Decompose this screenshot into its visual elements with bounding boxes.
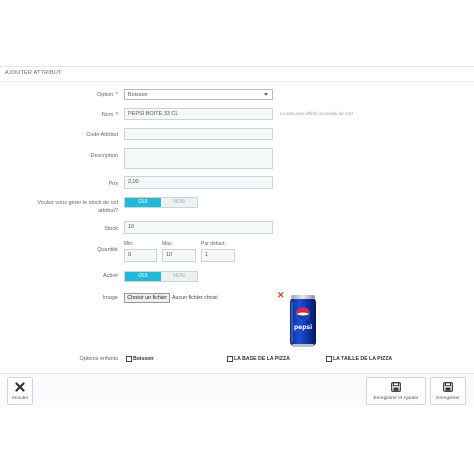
- default-label: Par defaut:: [201, 241, 226, 247]
- description-textarea[interactable]: [124, 148, 273, 169]
- save-icon: [443, 382, 453, 392]
- min-input[interactable]: 0: [124, 249, 157, 262]
- stock-input[interactable]: 10: [124, 221, 273, 234]
- active-toggle[interactable]: OUI NON: [124, 271, 198, 282]
- option-label: Option *: [97, 92, 118, 98]
- save-and-add-label: Enregistrer et Ajouter: [373, 396, 419, 401]
- can-brand-text: pepsi: [294, 324, 312, 331]
- stock-manage-on[interactable]: OUI: [125, 198, 161, 207]
- cancel-button[interactable]: Annuler: [7, 377, 33, 405]
- delete-image-icon[interactable]: ✕: [277, 290, 285, 301]
- option-child-boisson[interactable]: Boisson: [126, 356, 153, 362]
- product-image: pepsi: [290, 295, 316, 347]
- stock-manage-toggle[interactable]: OUI NON: [124, 197, 198, 208]
- quantite-label: Quantité: [97, 247, 118, 253]
- max-input[interactable]: 10: [162, 249, 196, 262]
- prix-input[interactable]: 2,00: [124, 176, 273, 189]
- nom-hint: Le nom sera affiché au niveau du Cart: [280, 111, 353, 116]
- panel-title: AJOUTER ATTRIBUT: [5, 70, 62, 76]
- default-input[interactable]: 1: [201, 249, 235, 262]
- close-icon: [15, 382, 25, 392]
- option-child-taille-pizza[interactable]: LA TAILLE DE LA PIZZA: [326, 356, 392, 362]
- chevron-down-icon: [264, 93, 268, 96]
- option-select-value: Boisson: [128, 92, 148, 98]
- active-off[interactable]: NON: [161, 272, 197, 281]
- checkbox[interactable]: [227, 356, 233, 362]
- stock-manage-label: Voulez vous gérer le stock de cet attrib…: [37, 200, 118, 214]
- description-label: Description: [90, 153, 118, 159]
- code-input[interactable]: [124, 128, 273, 140]
- panel-header: [0, 66, 474, 82]
- prix-label: Prix: [108, 181, 118, 187]
- min-label: Min:: [124, 241, 134, 247]
- stock-manage-off[interactable]: NON: [161, 198, 197, 207]
- active-label: Active: [103, 273, 118, 279]
- options-enfants-label: Options enfants: [79, 356, 118, 362]
- save-and-add-button[interactable]: Enregistrer et Ajouter: [366, 377, 426, 405]
- save-label: Enregistrer: [436, 396, 460, 401]
- checkbox[interactable]: [326, 356, 332, 362]
- max-label: Max:: [162, 241, 173, 247]
- image-label: Image: [102, 295, 118, 301]
- choose-file-button[interactable]: Choisir un fichier: [124, 293, 170, 303]
- nom-input[interactable]: PEPSI BOITE 33 CL: [124, 108, 273, 120]
- code-label: Code Attribut: [86, 132, 118, 138]
- option-child-base-pizza[interactable]: LA BASE DE LA PIZZA: [227, 356, 290, 362]
- stock-label: Stock: [104, 226, 118, 232]
- save-button[interactable]: Enregistrer: [430, 377, 466, 405]
- save-icon: [391, 382, 401, 392]
- nom-label: Nom *: [101, 112, 118, 118]
- checkbox[interactable]: [126, 356, 132, 362]
- file-status: Aucun fichier choisi: [172, 295, 218, 301]
- cancel-label: Annuler: [11, 396, 29, 401]
- option-select[interactable]: Boisson: [124, 89, 273, 100]
- active-on[interactable]: OUI: [125, 272, 161, 281]
